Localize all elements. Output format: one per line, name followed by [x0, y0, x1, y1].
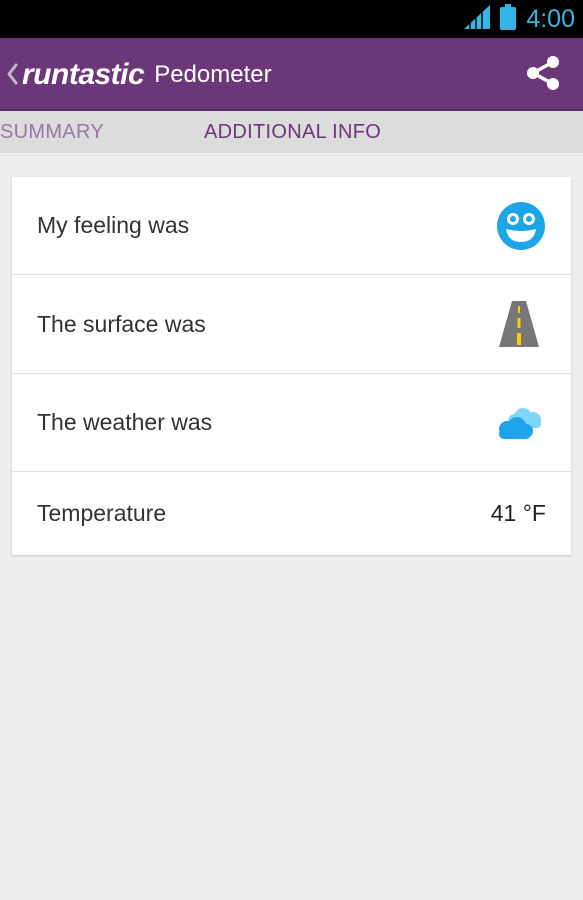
tab-summary[interactable]: SUMMARY: [0, 111, 104, 153]
tab-additional-info[interactable]: ADDITIONAL INFO: [204, 111, 381, 153]
temperature-row[interactable]: Temperature 41 °F: [12, 472, 571, 555]
status-time: 4:00: [526, 4, 575, 33]
surface-label: The surface was: [37, 310, 206, 337]
share-icon: [524, 54, 562, 97]
surface-row[interactable]: The surface was: [12, 275, 571, 374]
signal-icon: [464, 4, 491, 34]
back-chevron-icon[interactable]: [4, 58, 20, 90]
status-bar: 4:00: [0, 0, 583, 38]
feeling-row[interactable]: My feeling was: [12, 177, 571, 275]
action-bar: runtastic Pedometer: [0, 38, 583, 111]
tab-bar: SUMMARY ADDITIONAL INFO: [0, 111, 583, 153]
feeling-label: My feeling was: [37, 212, 190, 238]
additional-info-card: My feeling was The surface was The weath: [12, 177, 571, 555]
temperature-label: Temperature: [37, 500, 167, 526]
battery-icon: [500, 3, 517, 35]
weather-row[interactable]: The weather was: [12, 374, 571, 472]
brand-name: runtastic: [22, 58, 145, 91]
smiley-face-icon: [497, 177, 545, 274]
weather-label: The weather was: [37, 409, 213, 435]
share-button[interactable]: [523, 55, 563, 95]
cloudy-icon: [495, 374, 543, 471]
temperature-value: 41 °F: [490, 500, 546, 526]
status-icons: 4:00: [464, 0, 575, 38]
road-icon: [499, 275, 539, 373]
app-name: Pedometer: [154, 61, 272, 88]
app-logo[interactable]: runtastic Pedometer: [22, 56, 272, 94]
